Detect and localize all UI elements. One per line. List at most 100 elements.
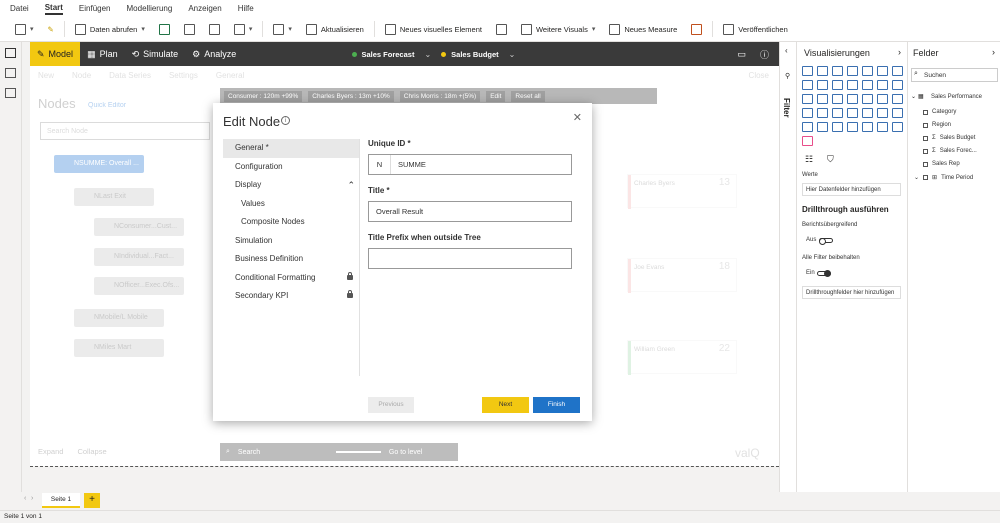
kpi-card[interactable]: William Green 22 <box>627 340 737 375</box>
drillthrough-drop-zone[interactable]: Drillthroughfelder hier hinzufügen <box>802 286 901 299</box>
valq-visual-icon[interactable] <box>802 136 813 146</box>
tab-data-series[interactable]: Data Series <box>109 71 151 80</box>
title-prefix-field[interactable] <box>368 248 572 269</box>
chevron-down-icon[interactable]: ⌄ <box>509 50 516 59</box>
close-link[interactable]: Close <box>749 71 769 80</box>
dataset-button[interactable] <box>177 23 202 35</box>
previous-button[interactable]: Previous <box>368 397 414 413</box>
menu-insert[interactable]: Einfügen <box>79 4 111 13</box>
add-page-button[interactable]: + <box>84 493 100 508</box>
collapse-button[interactable]: Collapse <box>77 447 106 456</box>
sql-button[interactable] <box>202 23 227 35</box>
r-visual-icon[interactable] <box>892 108 903 118</box>
kpi-card[interactable]: Joe Evans 18 <box>627 258 737 293</box>
textbox-button[interactable] <box>489 23 514 35</box>
stacked-area-icon[interactable] <box>817 80 828 90</box>
field-item[interactable]: Region <box>923 122 951 128</box>
new-visual-button[interactable]: Neues visuelles Element <box>378 23 489 35</box>
field-checkbox[interactable] <box>923 161 928 167</box>
python-visual-icon[interactable] <box>802 122 813 132</box>
chevron-left-icon[interactable]: ‹ <box>24 495 26 502</box>
field-checkbox[interactable] <box>923 148 928 154</box>
smart-narrative-icon[interactable] <box>862 122 873 132</box>
field-item[interactable]: Σ Sales Budget <box>923 135 975 141</box>
werte-drop-zone[interactable]: Hier Datenfelder hinzufügen <box>802 183 901 196</box>
nav-values[interactable]: Values <box>223 195 359 214</box>
nav-general[interactable]: General * <box>223 139 359 158</box>
menu-view[interactable]: Anzeigen <box>188 4 221 13</box>
quick-measure-button[interactable] <box>684 23 709 35</box>
get-data-button[interactable]: Daten abrufen ▾ <box>68 23 152 35</box>
greybar-chris[interactable]: Chris Morris : 18m +(5%) <box>399 90 481 102</box>
report-view-icon[interactable] <box>5 48 16 58</box>
node-search-input[interactable]: Search Node <box>40 122 210 140</box>
kpi-card[interactable]: Charles Byers 13 <box>627 174 737 209</box>
map-icon[interactable] <box>862 94 873 104</box>
tree-node[interactable]: NLast Exit <box>74 188 154 206</box>
field-item[interactable]: Category <box>923 109 956 115</box>
stacked-bar-icon[interactable] <box>802 66 813 76</box>
stacked-column-icon[interactable] <box>817 66 828 76</box>
tab-settings[interactable]: Settings <box>169 71 198 80</box>
field-checkbox[interactable] <box>923 175 929 180</box>
waterfall-icon[interactable] <box>877 80 888 90</box>
gauge-icon[interactable] <box>892 94 903 104</box>
line-column-icon[interactable] <box>832 80 843 90</box>
help-icon[interactable]: ⓘ <box>760 48 769 61</box>
excel-button[interactable] <box>152 23 177 35</box>
kpi-icon[interactable] <box>832 108 843 118</box>
edit-button[interactable]: Edit <box>486 90 506 102</box>
chevron-right-icon[interactable]: › <box>992 47 995 57</box>
treemap-icon[interactable] <box>847 94 858 104</box>
qna-icon[interactable] <box>847 122 858 132</box>
slicer-icon[interactable] <box>847 108 858 118</box>
field-item[interactable]: ⌄ ⊞ Time Period <box>914 174 973 182</box>
field-checkbox[interactable] <box>923 122 928 128</box>
chevron-up-icon[interactable]: ⌃ <box>347 176 355 195</box>
chevron-down-icon[interactable]: ⌄ <box>914 174 919 181</box>
cross-report-toggle[interactable] <box>819 238 833 245</box>
multirow-card-icon[interactable] <box>817 108 828 118</box>
tree-node[interactable]: NConsumer...Cust... <box>94 218 184 236</box>
tree-node-root[interactable]: NSUMME: Overall ... <box>54 155 144 173</box>
clustered-bar-icon[interactable] <box>832 66 843 76</box>
next-button[interactable]: Next <box>482 397 529 413</box>
key-influencers-icon[interactable] <box>817 122 828 132</box>
model-view-icon[interactable] <box>5 88 16 98</box>
scenario-forecast[interactable]: Sales Forecast <box>342 50 425 59</box>
finish-button[interactable]: Finish <box>533 397 580 413</box>
format-paint-icon[interactable]: ⛉ <box>827 154 834 165</box>
menu-file[interactable]: Datei <box>10 4 29 13</box>
nav-configuration[interactable]: Configuration <box>223 158 359 177</box>
reset-all-button[interactable]: Reset all <box>511 90 545 102</box>
tree-node[interactable]: NMiles Mart <box>74 339 164 357</box>
field-item[interactable]: Σ Sales Forec... <box>923 148 977 154</box>
tab-new[interactable]: New <box>38 71 54 80</box>
funnel-icon[interactable] <box>892 80 903 90</box>
line-chart-icon[interactable] <box>892 66 903 76</box>
keep-filters-toggle[interactable] <box>817 270 831 277</box>
clustered-column-icon[interactable] <box>847 66 858 76</box>
fields-search-input[interactable]: Suchen <box>911 68 998 82</box>
tree-node[interactable]: NIndividual...Fact... <box>94 248 184 266</box>
new-measure-button[interactable]: Neues Measure <box>602 23 684 35</box>
chevron-down-icon[interactable]: ⌄ <box>424 50 431 59</box>
mode-plan-button[interactable]: ▦ Plan <box>80 42 125 66</box>
nav-display[interactable]: Display ⌃ <box>223 176 359 195</box>
field-checkbox[interactable] <box>923 135 928 141</box>
nav-composite-nodes[interactable]: Composite Nodes <box>223 213 359 232</box>
line-stacked-column-icon[interactable] <box>847 80 858 90</box>
recent-sources-button[interactable]: ▾ <box>227 23 260 35</box>
matrix-icon[interactable] <box>877 108 888 118</box>
mode-analyze-button[interactable]: ⚙ Analyze <box>185 42 243 66</box>
menu-start[interactable]: Start <box>44 3 63 15</box>
scenario-budget[interactable]: Sales Budget <box>431 50 509 59</box>
unique-id-value[interactable]: SUMME <box>391 160 426 169</box>
tab-node[interactable]: Node <box>72 71 91 80</box>
nav-simulation[interactable]: Simulation <box>223 232 359 251</box>
chevron-right-icon[interactable]: › <box>898 47 901 57</box>
more-visuals-button[interactable]: Weitere Visuals ▾ <box>514 23 602 35</box>
nav-business-definition[interactable]: Business Definition <box>223 250 359 269</box>
tree-node[interactable]: NOfficer...Exec.Ofs... <box>94 277 184 295</box>
transform-button[interactable]: ▾ <box>266 23 299 35</box>
